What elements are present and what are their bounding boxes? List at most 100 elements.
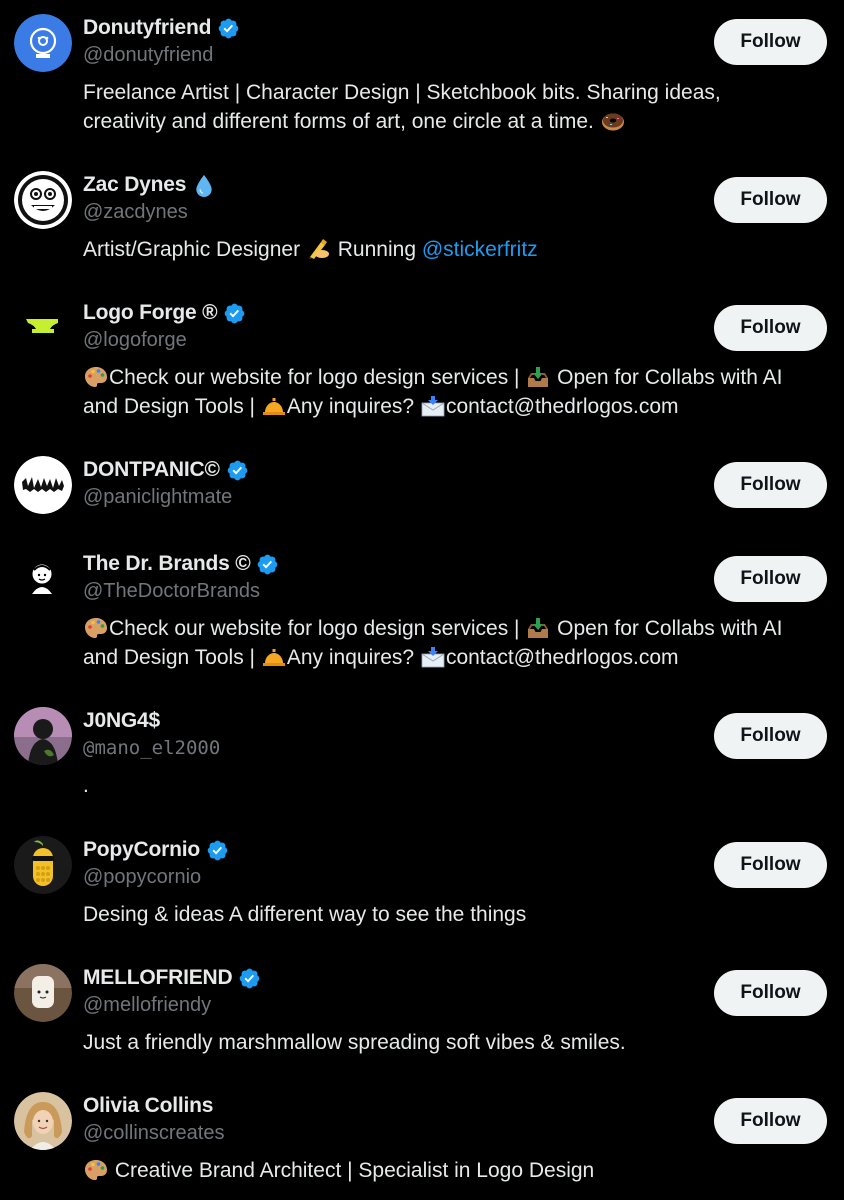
avatar[interactable] — [14, 14, 72, 72]
handle[interactable]: @popycornio — [83, 866, 201, 889]
avatar[interactable] — [14, 456, 72, 514]
bio-text: Creative Brand Architect | Specialist in… — [114, 1159, 595, 1182]
avatar[interactable] — [14, 1092, 72, 1150]
avatar-oliviacollins — [14, 1092, 72, 1150]
follow-button[interactable]: Follow — [714, 842, 827, 888]
follow-button[interactable]: Follow — [714, 19, 827, 65]
bio: Just a friendly marshmallow spreading so… — [83, 1031, 626, 1054]
bio-line-text: creativity and different forms of art, o… — [83, 110, 594, 133]
user-cell[interactable]: DONTPANIC© @paniclightmate Follow — [0, 456, 844, 526]
handle[interactable]: @donutyfriend — [83, 44, 213, 67]
user-cell[interactable]: Logo Forge ® @logoforge Check our websit… — [0, 299, 844, 429]
handle[interactable]: @mellofriendy — [83, 994, 211, 1017]
bio-line: Check our website for logo design servic… — [83, 614, 828, 643]
user-cell[interactable]: Zac Dynes @zacdynes Artist/Graphic Desig… — [0, 171, 844, 271]
bio-text: contact@thedrlogos.com — [445, 395, 679, 418]
follow-button[interactable]: Follow — [714, 305, 827, 351]
handle[interactable]: @logoforge — [83, 329, 187, 352]
writing-hand-icon — [307, 238, 331, 260]
avatar[interactable] — [14, 964, 72, 1022]
inbox-tray-icon — [526, 366, 550, 388]
display-name[interactable]: Olivia Collins — [83, 1094, 213, 1118]
avatar-thedoctorbrands — [14, 550, 72, 608]
bio: Check our website for logo design servic… — [83, 614, 828, 672]
handle[interactable]: @mano_el2000 — [83, 737, 220, 759]
avatar[interactable] — [14, 707, 72, 765]
avatar-dontpanic — [14, 456, 72, 514]
bio-text: Open for Collabs with AI — [557, 366, 783, 389]
display-name[interactable]: J0NG4$ — [83, 709, 160, 733]
palette-icon — [84, 366, 108, 388]
avatar-logoforge — [14, 299, 72, 357]
display-name[interactable]: Donutyfriend — [83, 16, 211, 40]
bio-text: Artist/Graphic Designer — [83, 238, 301, 261]
palette-icon — [84, 1159, 108, 1181]
bellhop-bell-icon — [262, 646, 286, 668]
avatar-popycornio — [14, 836, 72, 894]
user-cell[interactable]: Donutyfriend @donutyfriend Freelance Art… — [0, 14, 844, 144]
bio-text: contact@thedrlogos.com — [445, 646, 679, 669]
bio: Desing & ideas A different way to see th… — [83, 903, 527, 926]
handle[interactable]: @collinscreates — [83, 1122, 224, 1145]
droplet-icon — [194, 174, 214, 197]
bio-line: Check our website for logo design servic… — [83, 363, 828, 392]
palette-icon — [84, 617, 108, 639]
verified-badge-icon — [238, 967, 261, 990]
display-name[interactable]: Zac Dynes — [83, 173, 186, 197]
user-cell[interactable]: PopyCornio @popycornio Desing & ideas A … — [0, 836, 844, 936]
display-name[interactable]: Logo Forge ® — [83, 301, 218, 325]
user-cell[interactable]: J0NG4$ @mano_el2000 . Follow — [0, 707, 844, 807]
avatar[interactable] — [14, 836, 72, 894]
donut-icon — [601, 110, 625, 132]
avatar-jong4s — [14, 707, 72, 765]
verified-badge-icon — [206, 839, 229, 862]
handle[interactable]: @TheDoctorBrands — [83, 580, 260, 603]
avatar-mellofriend — [14, 964, 72, 1022]
user-cell[interactable]: Olivia Collins @collinscreates Creative … — [0, 1092, 844, 1192]
follow-button[interactable]: Follow — [714, 713, 827, 759]
user-cell[interactable]: MELLOFRIEND @mellofriendy Just a friendl… — [0, 964, 844, 1064]
follow-button[interactable]: Follow — [714, 970, 827, 1016]
bio-line: Freelance Artist | Character Design | Sk… — [83, 81, 721, 104]
verified-badge-icon — [223, 302, 246, 325]
avatar-zacdynes — [14, 171, 72, 229]
bio-text: Any inquires? — [286, 395, 415, 418]
avatar[interactable] — [14, 550, 72, 608]
bio-line: creativity and different forms of art, o… — [83, 107, 828, 136]
display-name[interactable]: MELLOFRIEND — [83, 966, 233, 990]
bio-text: and Design Tools | — [83, 395, 256, 418]
envelope-icon — [421, 395, 445, 417]
handle[interactable]: @paniclightmate — [83, 486, 232, 509]
follow-button[interactable]: Follow — [714, 556, 827, 602]
bio: Creative Brand Architect | Specialist in… — [83, 1156, 828, 1185]
bio-text: Open for Collabs with AI — [557, 617, 783, 640]
verified-badge-icon — [256, 553, 279, 576]
display-name[interactable]: DONTPANIC© — [83, 458, 220, 482]
bio-text: Any inquires? — [286, 646, 415, 669]
bio-line: and Design Tools | Any inquires? contact… — [83, 643, 828, 672]
bio-text: Check our website for logo design servic… — [109, 617, 520, 640]
bio-text: and Design Tools | — [83, 646, 256, 669]
verified-badge-icon — [226, 459, 249, 482]
mention-link[interactable]: @stickerfritz — [422, 238, 538, 261]
avatar[interactable] — [14, 299, 72, 357]
bio: Artist/Graphic Designer Running @sticker… — [83, 235, 828, 264]
bio: Freelance Artist | Character Design | Sk… — [83, 78, 828, 136]
follow-button[interactable]: Follow — [714, 177, 827, 223]
avatar-donutyfriend — [14, 14, 72, 72]
verified-badge-icon — [217, 17, 240, 40]
avatar[interactable] — [14, 171, 72, 229]
bio-text: Running — [337, 238, 416, 261]
follow-button[interactable]: Follow — [714, 1098, 827, 1144]
user-cell[interactable]: The Dr. Brands © @TheDoctorBrands Check … — [0, 550, 844, 680]
handle[interactable]: @zacdynes — [83, 201, 188, 224]
follow-button[interactable]: Follow — [714, 462, 827, 508]
bellhop-bell-icon — [262, 395, 286, 417]
display-name[interactable]: The Dr. Brands © — [83, 552, 251, 576]
bio: Check our website for logo design servic… — [83, 363, 828, 421]
display-name[interactable]: PopyCornio — [83, 838, 200, 862]
bio: . — [83, 774, 89, 797]
inbox-tray-icon — [526, 617, 550, 639]
bio-text: Check our website for logo design servic… — [109, 366, 520, 389]
envelope-icon — [421, 646, 445, 668]
